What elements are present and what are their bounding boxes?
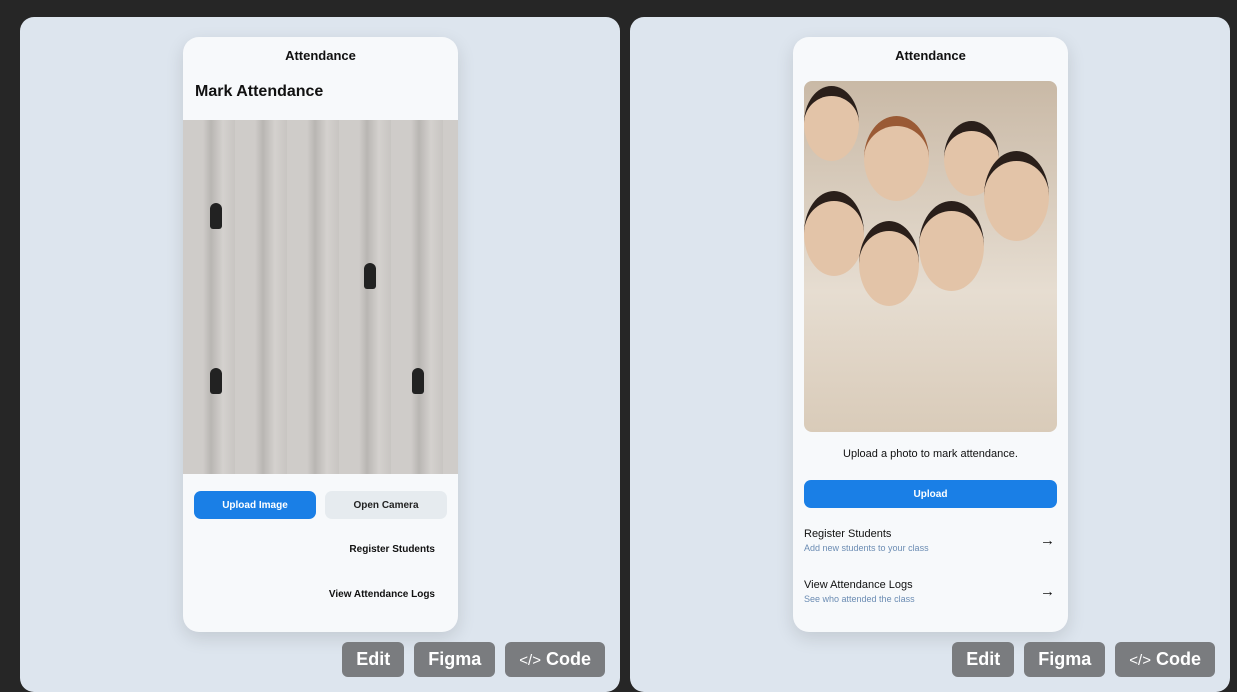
open-camera-button[interactable]: Open Camera [325, 491, 447, 519]
item-title: Register Students [804, 528, 892, 540]
preview-panel-1: Attendance Mark Attendance Upload Image … [20, 17, 620, 692]
code-label: Code [546, 649, 591, 669]
view-logs-link[interactable]: View Attendance Logs [329, 589, 435, 600]
page-title: Mark Attendance [195, 83, 324, 100]
arrow-right-icon: → [1040, 583, 1055, 600]
toolbar: Edit Figma </> Code [952, 642, 1215, 677]
toolbar: Edit Figma </> Code [342, 642, 605, 677]
app-header: Attendance [895, 48, 966, 63]
edit-button[interactable]: Edit [342, 642, 405, 677]
app-header: Attendance [285, 48, 356, 63]
code-label: Code [1156, 649, 1201, 669]
preview-panel-2: Attendance Upload a photo to mark attend… [630, 17, 1230, 692]
upload-button[interactable]: Upload [804, 480, 1057, 508]
view-logs-item[interactable]: View Attendance Logs See who attended th… [804, 579, 1057, 604]
code-button[interactable]: </> Code [1115, 642, 1215, 677]
students-photo [804, 81, 1057, 432]
code-icon: </> [519, 652, 541, 669]
crowd-photo [183, 120, 458, 474]
register-students-item[interactable]: Register Students Add new students to yo… [804, 528, 1057, 553]
edit-button[interactable]: Edit [952, 642, 1015, 677]
item-title: View Attendance Logs [804, 579, 913, 591]
register-students-link[interactable]: Register Students [349, 544, 435, 555]
code-icon: </> [1129, 652, 1151, 669]
figma-button[interactable]: Figma [1024, 642, 1106, 677]
phone-screen: Attendance Mark Attendance Upload Image … [183, 37, 458, 632]
figma-button[interactable]: Figma [414, 642, 496, 677]
upload-caption: Upload a photo to mark attendance. [843, 448, 1018, 460]
phone-screen: Attendance Upload a photo to mark attend… [793, 37, 1068, 632]
item-subtitle: See who attended the class [804, 594, 915, 604]
arrow-right-icon: → [1040, 532, 1055, 549]
code-button[interactable]: </> Code [505, 642, 605, 677]
item-subtitle: Add new students to your class [804, 543, 929, 553]
upload-image-button[interactable]: Upload Image [194, 491, 316, 519]
